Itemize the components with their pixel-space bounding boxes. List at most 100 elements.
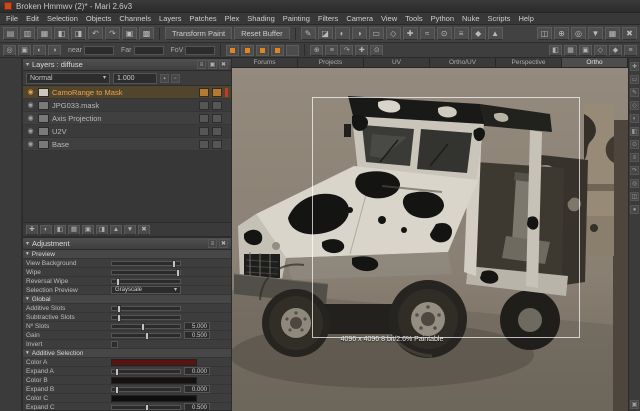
eraser-icon[interactable]: ◪ <box>318 27 333 40</box>
menu-item[interactable]: Shading <box>243 14 279 23</box>
layer-row[interactable]: ◉ Axis Projection <box>23 112 231 125</box>
menu-item[interactable]: View <box>377 14 401 23</box>
adjustment-value-field[interactable] <box>184 268 210 276</box>
palette-menu-icon[interactable]: ≡ <box>197 60 206 69</box>
fill-tool-icon[interactable]: ✚ <box>403 27 418 40</box>
close-icon[interactable]: ✖ <box>622 27 637 40</box>
mirror-icon[interactable]: ◫ <box>630 192 639 201</box>
paste-icon[interactable]: ▩ <box>139 27 154 40</box>
adjustment-slider[interactable] <box>111 279 181 284</box>
adjustment-value-field[interactable] <box>184 304 210 312</box>
color-swatch[interactable] <box>111 377 197 384</box>
merge-layers-icon[interactable]: ▣ <box>82 225 94 235</box>
layer-row[interactable]: ◉ CamoRange to Mask <box>23 86 231 99</box>
close-palette-icon[interactable]: ✖ <box>219 60 228 69</box>
marquee-select-icon[interactable]: ▭ <box>369 27 384 40</box>
slider-handle[interactable] <box>116 278 120 286</box>
symmetry-icon[interactable]: ◫ <box>537 27 552 40</box>
delete-layer-icon[interactable]: ✖ <box>138 225 150 235</box>
menu-item[interactable]: Tools <box>401 14 427 23</box>
adjustment-dropdown[interactable]: Grayscale ▾ <box>111 286 181 294</box>
adjustment-value-field[interactable]: 0.500 <box>184 331 210 339</box>
visibility-eye-icon[interactable]: ◉ <box>26 114 35 122</box>
layer-mask-icon[interactable] <box>212 127 222 136</box>
adjustment-row[interactable]: ▾ Gain 0.500 0.500 ▾ <box>23 331 231 340</box>
strip-settings-icon[interactable]: ▣ <box>630 400 639 409</box>
snapshot-icon[interactable]: ▣ <box>18 45 31 56</box>
layer-name[interactable]: JPG033.mask <box>52 101 196 110</box>
slider-handle[interactable] <box>115 368 119 376</box>
layer-adjustment-icon[interactable] <box>199 101 209 110</box>
reset-buffer-button[interactable]: Reset Buffer <box>234 27 290 40</box>
menu-item[interactable]: Filters <box>314 14 342 23</box>
menu-item[interactable]: Scripts <box>484 14 515 23</box>
adjustment-value-field[interactable]: 0.000 <box>184 367 210 375</box>
adjustment-slider[interactable] <box>111 324 181 329</box>
shading-mode-icon[interactable]: ◆ <box>609 45 622 56</box>
menu-item[interactable]: Channels <box>115 14 155 23</box>
move-tool-icon[interactable]: ✚ <box>630 62 639 71</box>
layer-adjustment-icon[interactable] <box>199 127 209 136</box>
adjustment-row[interactable]: ▾ Color C ▾ <box>23 394 231 403</box>
layer-name[interactable]: Base <box>52 140 196 149</box>
adjustment-value-field[interactable] <box>184 313 210 321</box>
visibility-eye-icon[interactable]: ◉ <box>26 127 35 135</box>
close-palette-icon[interactable]: ✖ <box>219 239 228 248</box>
menu-item[interactable]: Nuke <box>458 14 484 23</box>
cache-layer-icon[interactable]: ▫ <box>171 74 180 83</box>
viewport-tab[interactable]: Forums <box>232 58 298 67</box>
adjustment-slider[interactable] <box>111 369 181 374</box>
adjustment-row[interactable]: ▾ Expand A 0.000 0.000 ▾ <box>23 367 231 376</box>
paint-brush-icon[interactable]: ✎ <box>301 27 316 40</box>
menu-item[interactable]: Edit <box>22 14 43 23</box>
layer-mask-icon[interactable] <box>212 140 222 149</box>
layer-row[interactable]: ◉ U2V <box>23 125 231 138</box>
copy-icon[interactable]: ▣ <box>122 27 137 40</box>
open-project-icon[interactable]: ▥ <box>20 27 35 40</box>
collapse-icon[interactable]: ▾ <box>26 61 29 68</box>
adjustment-slider[interactable] <box>111 270 181 275</box>
color-swatch[interactable] <box>111 395 197 402</box>
vector-icon[interactable]: ◇ <box>630 101 639 110</box>
layer-mask-icon[interactable] <box>212 101 222 110</box>
new-project-icon[interactable]: ▤ <box>3 27 18 40</box>
adjustment-row[interactable]: ▾ Preview ▾ <box>23 250 231 259</box>
save-project-icon[interactable]: ▦ <box>37 27 52 40</box>
view-settings-icon[interactable]: ≡ <box>624 45 637 56</box>
backface-mask-toggle[interactable] <box>256 45 269 56</box>
layer-name[interactable]: CamoRange to Mask <box>52 88 196 97</box>
adjustment-slider[interactable] <box>111 333 181 338</box>
adjustment-row[interactable]: ▾ Subtractive Slots ▾ <box>23 313 231 322</box>
menu-item[interactable]: File <box>2 14 22 23</box>
adjustment-slider[interactable] <box>111 261 181 266</box>
isolate-icon[interactable]: ▣ <box>579 45 592 56</box>
menu-item[interactable]: Camera <box>342 14 377 23</box>
group-layers-icon[interactable]: ▦ <box>68 225 80 235</box>
lock-layer-icon[interactable]: ▪ <box>160 74 169 83</box>
paint-through-toggle[interactable] <box>226 45 239 56</box>
far-clip-input[interactable] <box>134 46 164 55</box>
palette-menu-icon[interactable]: ≡ <box>208 239 217 248</box>
layer-amount-field[interactable]: 1.000 <box>113 73 157 84</box>
paint-canvas[interactable]: 4096 x 4096 8 bit/2.6% Paintable <box>232 68 628 411</box>
viewport-tab[interactable]: Projects <box>298 58 364 67</box>
view-transform-icon[interactable]: ≡ <box>325 45 338 56</box>
select-objects-icon[interactable]: ▭ <box>630 75 639 84</box>
dropdown-icon[interactable]: ▼ <box>588 27 603 40</box>
eyedropper-icon[interactable]: ⊙ <box>437 27 452 40</box>
adjustment-row[interactable]: ▾ Color B ▾ <box>23 376 231 385</box>
near-clip-input[interactable] <box>84 46 114 55</box>
adjustment-slider[interactable] <box>111 405 181 410</box>
adjustment-palette-header[interactable]: ▾ Adjustment ≡✖ <box>23 238 231 250</box>
adjustment-slider[interactable] <box>111 387 181 392</box>
light-icon[interactable]: ◎ <box>630 179 639 188</box>
adjustment-row[interactable]: ▾ View Background ▾ <box>23 259 231 268</box>
visibility-eye-icon[interactable]: ◉ <box>26 101 35 109</box>
detach-palette-icon[interactable]: ▣ <box>208 60 217 69</box>
menu-item[interactable]: Objects <box>82 14 115 23</box>
adjustment-value-field[interactable]: 0.000 <box>184 385 210 393</box>
pan-view-icon[interactable]: ✚ <box>355 45 368 56</box>
adjustment-value-field[interactable]: 5.000 <box>184 322 210 330</box>
adjustment-row[interactable]: ▾ Additive Slots ▾ <box>23 304 231 313</box>
wireframe-icon[interactable]: ◇ <box>594 45 607 56</box>
